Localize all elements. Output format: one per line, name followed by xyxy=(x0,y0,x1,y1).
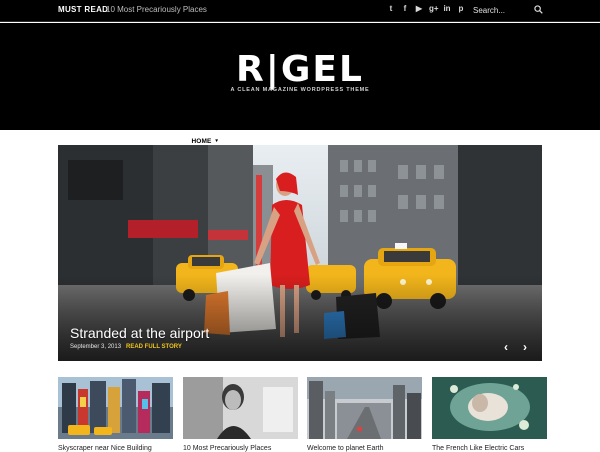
post-title[interactable]: 10 Most Precariously Places xyxy=(183,445,271,452)
youtube-icon[interactable]: ▶ xyxy=(415,4,423,13)
chevron-left-icon[interactable]: ‹ xyxy=(500,341,512,353)
search-box xyxy=(466,2,544,18)
post-card[interactable]: Skyscraper near Nice Building xyxy=(58,377,173,452)
google-plus-icon[interactable]: g+ xyxy=(429,4,439,13)
nav-item-label: LAYOUT STYLES xyxy=(123,137,178,145)
hero-title[interactable]: Stranded at the airport xyxy=(70,325,209,341)
twitter-icon[interactable]: t xyxy=(387,4,395,13)
site-header: R|GEL A CLEAN MAGAZINE WORDPRESS THEME L… xyxy=(0,23,600,152)
grid-icon xyxy=(111,137,118,145)
top-bar: MUST READ 10 Most Precariously Places t … xyxy=(0,0,600,22)
facebook-icon[interactable]: f xyxy=(401,4,409,13)
chevron-down-icon: ▾ xyxy=(372,138,376,144)
ticker-link[interactable]: 10 Most Precariously Places xyxy=(106,5,207,14)
linkedin-icon[interactable]: in xyxy=(443,4,451,13)
read-full-story-link[interactable]: READ FULL STORY xyxy=(126,344,182,350)
post-thumbnail[interactable] xyxy=(432,377,547,439)
search-icon[interactable] xyxy=(534,5,543,14)
chevron-right-icon[interactable]: › xyxy=(519,341,531,353)
pinterest-icon[interactable]: p xyxy=(457,4,465,13)
nav-item-label: HOME xyxy=(191,137,212,145)
post-title[interactable]: Welcome to planet Earth xyxy=(307,445,384,452)
must-read-label: MUST READ xyxy=(58,5,109,14)
search-input[interactable] xyxy=(466,2,536,18)
nav-item-label: FEATURES xyxy=(232,137,268,145)
post-title[interactable]: Skyscraper near Nice Building xyxy=(58,445,152,452)
nav-item-label: HEALTH xyxy=(429,137,456,145)
post-thumbnail[interactable] xyxy=(307,377,422,439)
chevron-down-icon: ▾ xyxy=(333,138,336,144)
nav-item-label: CONTACT US xyxy=(469,137,514,145)
post-card[interactable]: The French Like Electric Cars xyxy=(432,377,547,452)
social-links: t f ▶ g+ in p xyxy=(387,4,465,13)
site-logo[interactable]: R|GEL xyxy=(0,49,600,90)
nav-item-label: SHOP xyxy=(349,137,369,145)
post-card[interactable]: Welcome to planet Earth xyxy=(307,377,422,452)
nav-item-label: MEGA MENU xyxy=(288,137,330,145)
post-thumbnail[interactable] xyxy=(183,377,298,439)
nav-item-label: REVIEW xyxy=(389,137,416,145)
post-card[interactable]: 10 Most Precariously Places xyxy=(183,377,298,452)
post-title[interactable]: The French Like Electric Cars xyxy=(432,445,524,452)
hero-slider[interactable]: Stranded at the airport September 3, 201… xyxy=(58,145,542,361)
chevron-down-icon: ▾ xyxy=(271,138,275,144)
hero-date: September 3, 2013 xyxy=(70,344,122,350)
chevron-down-icon: ▾ xyxy=(215,138,219,144)
site-tagline: A CLEAN MAGAZINE WORDPRESS THEME xyxy=(230,87,370,93)
post-thumbnail[interactable] xyxy=(58,377,173,439)
